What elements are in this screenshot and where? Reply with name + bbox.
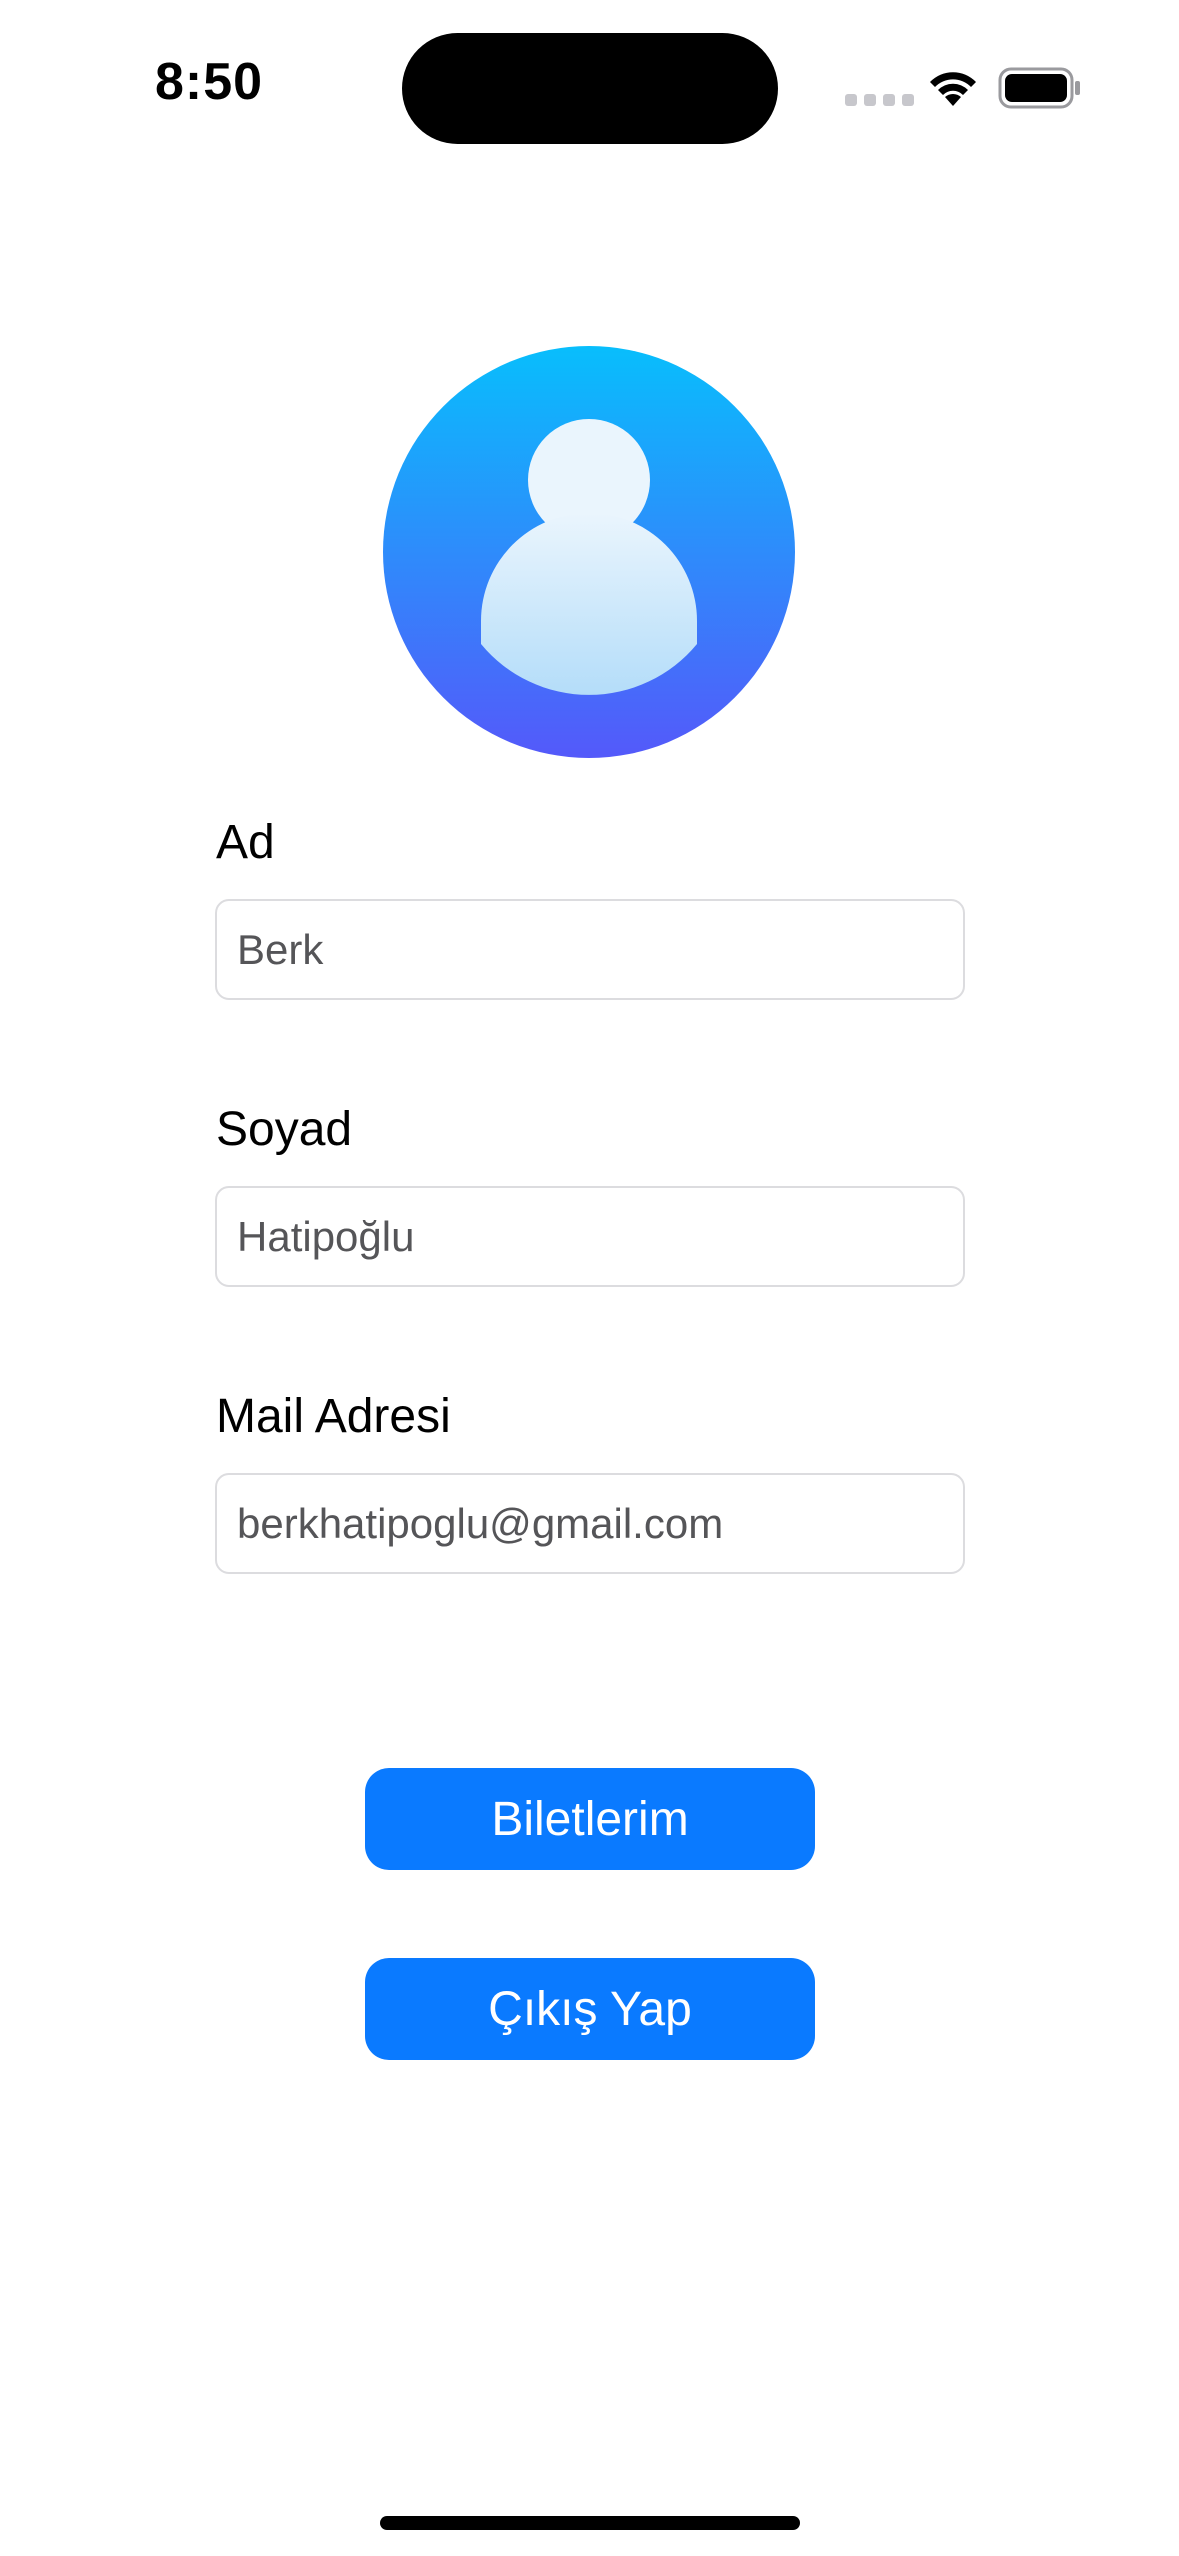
- my-tickets-button[interactable]: Biletlerim: [365, 1768, 815, 1870]
- first-name-field[interactable]: [215, 899, 965, 1000]
- status-time: 8:50: [155, 53, 264, 111]
- first-name-label: Ad: [216, 816, 275, 869]
- person-circle-icon: [383, 346, 795, 758]
- battery-icon: [998, 67, 1080, 109]
- email-label: Mail Adresi: [216, 1390, 451, 1443]
- dynamic-island: [402, 33, 778, 144]
- last-name-field[interactable]: [215, 1186, 965, 1287]
- email-field[interactable]: [215, 1473, 965, 1574]
- wifi-icon: [930, 72, 976, 106]
- last-name-label: Soyad: [216, 1103, 353, 1156]
- cellular-signal-icon: [845, 94, 914, 106]
- home-indicator[interactable]: [380, 2516, 800, 2530]
- logout-button[interactable]: Çıkış Yap: [365, 1958, 815, 2060]
